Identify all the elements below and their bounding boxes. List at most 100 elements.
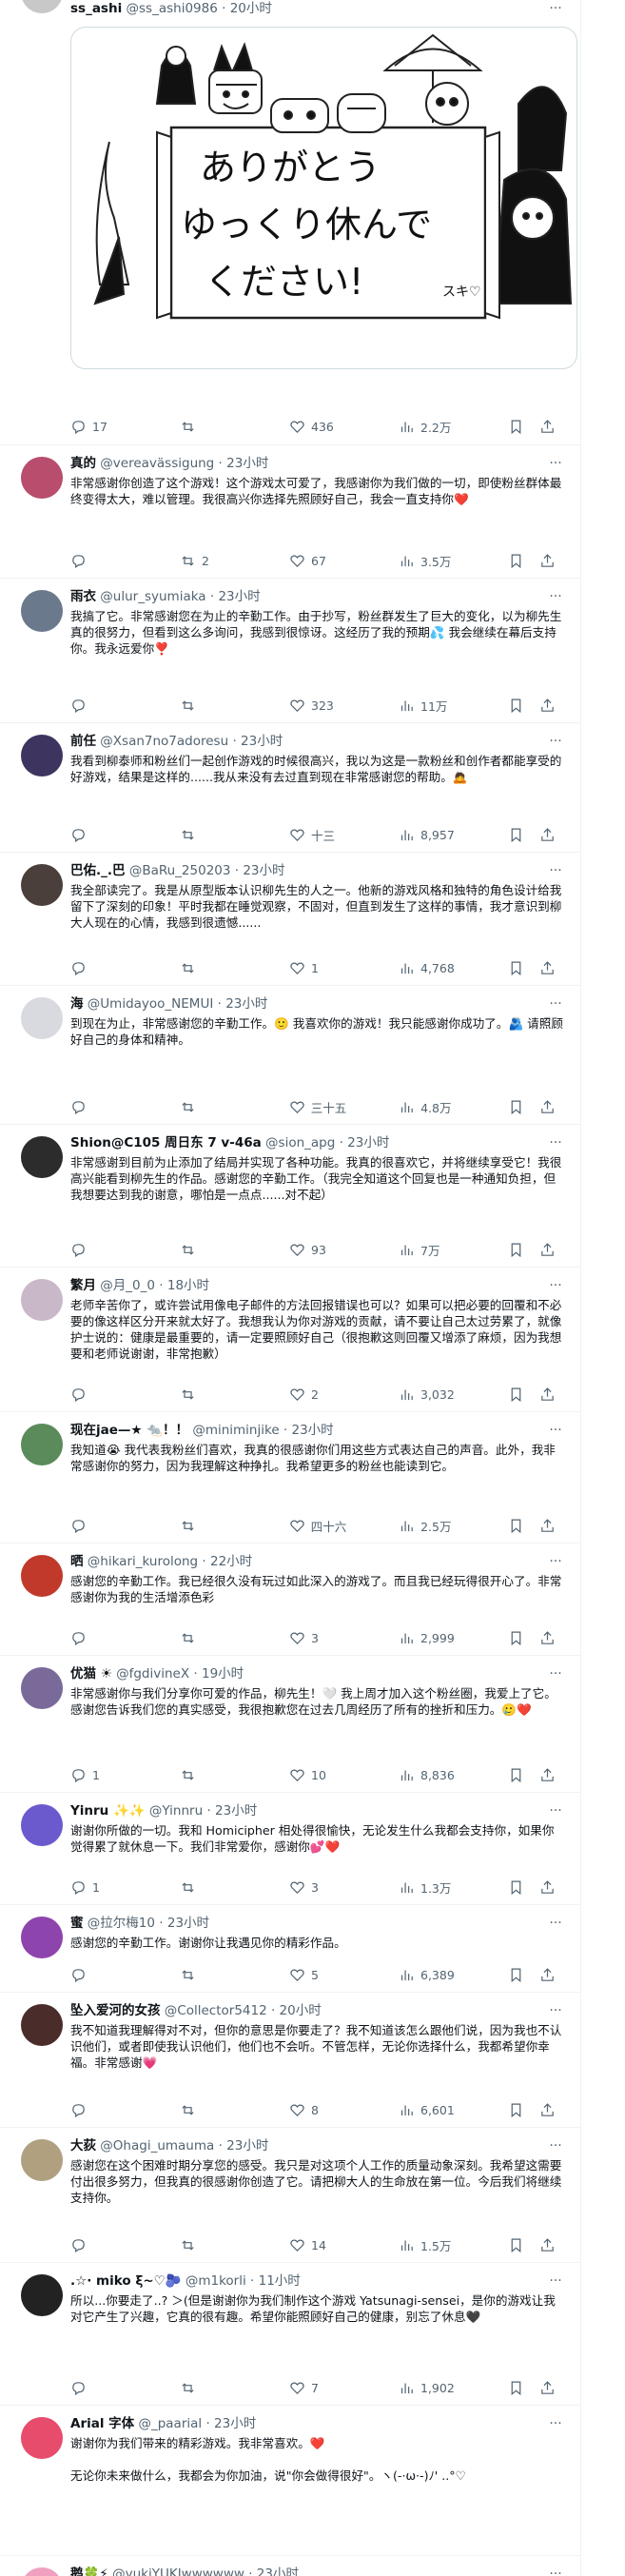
- share-icon[interactable]: [539, 1386, 556, 1403]
- like-button[interactable]: 四十六: [289, 1517, 346, 1535]
- display-name[interactable]: 鹅🍀⚡: [70, 2566, 108, 2576]
- user-handle[interactable]: @yukiYUKIwwwwww: [112, 2566, 244, 2576]
- share-icon[interactable]: [539, 827, 556, 843]
- reply-button[interactable]: [70, 1518, 127, 1534]
- like-button[interactable]: 93: [289, 1242, 346, 1258]
- like-button[interactable]: 3: [289, 1879, 346, 1896]
- share-icon[interactable]: [539, 960, 556, 976]
- like-button[interactable]: 8: [289, 2102, 346, 2118]
- user-handle[interactable]: @_paarial: [138, 2416, 202, 2431]
- views-button[interactable]: 2.2万: [399, 418, 456, 436]
- like-button[interactable]: 十三: [289, 826, 346, 844]
- reply-post[interactable]: 大荻 @Ohagi_umauma · 23小时 感谢您在这个困难时期分享您的感受。…: [0, 2128, 581, 2263]
- display-name[interactable]: Arial 字体: [70, 2416, 134, 2431]
- repost-button[interactable]: [180, 419, 237, 435]
- repost-button[interactable]: 2: [180, 553, 237, 569]
- share-icon[interactable]: [539, 698, 556, 714]
- share-icon[interactable]: [539, 1242, 556, 1258]
- views-button[interactable]: 1,902: [399, 2380, 456, 2396]
- display-name[interactable]: ss_ashi: [70, 1, 122, 16]
- bookmark-icon[interactable]: [508, 1099, 524, 1115]
- post-time[interactable]: 23小时: [226, 456, 268, 471]
- share-icon[interactable]: [539, 2380, 556, 2396]
- avatar[interactable]: [21, 1424, 63, 1465]
- avatar[interactable]: [21, 457, 63, 499]
- more-options-icon[interactable]: ···: [547, 455, 564, 472]
- reply-post[interactable]: 前任 @Xsan7no7adoresu · 23小时 我看到柳泰师和粉丝们一起创作…: [0, 723, 581, 853]
- bookmark-icon[interactable]: [508, 1967, 524, 1983]
- share-icon[interactable]: [539, 1518, 556, 1534]
- post-time[interactable]: 18小时: [167, 1278, 209, 1293]
- share-icon[interactable]: [539, 1630, 556, 1646]
- bookmark-icon[interactable]: [508, 1879, 524, 1896]
- avatar[interactable]: [21, 1555, 63, 1597]
- display-name[interactable]: Yinru ✨✨: [70, 1803, 146, 1819]
- avatar[interactable]: [21, 2139, 63, 2181]
- post-time[interactable]: 11小时: [259, 2273, 301, 2289]
- repost-button[interactable]: [180, 1242, 237, 1258]
- display-name[interactable]: 繁月: [70, 1278, 96, 1293]
- reply-post[interactable]: 蜜 @拉尔梅10 · 23小时 感谢您的辛勤工作。谢谢你让我遇见你的精彩作品。 ··…: [0, 1905, 581, 1993]
- more-options-icon[interactable]: ···: [547, 1665, 564, 1682]
- user-handle[interactable]: @m1korli: [186, 2273, 246, 2289]
- share-icon[interactable]: [539, 2237, 556, 2253]
- reply-post[interactable]: 鹅🍀⚡ @yukiYUKIwwwwww · 23小时 ···: [0, 2556, 581, 2576]
- avatar[interactable]: [21, 1667, 63, 1709]
- user-handle[interactable]: @Collector5412: [165, 2003, 267, 2018]
- user-handle[interactable]: @sion_apg: [265, 1135, 335, 1150]
- bookmark-icon[interactable]: [508, 1242, 524, 1258]
- avatar[interactable]: [21, 2417, 63, 2459]
- avatar[interactable]: [21, 1804, 63, 1846]
- like-button[interactable]: 7: [289, 2380, 346, 2396]
- user-handle[interactable]: @fgdivineX: [116, 1666, 189, 1681]
- post-time[interactable]: 23小时: [218, 589, 260, 604]
- post-time[interactable]: 23小时: [167, 1916, 209, 1931]
- post-time[interactable]: 23小时: [241, 734, 283, 749]
- reply-post[interactable]: Yinru ✨✨ @Yinnru · 23小时 谢谢你所做的一切。我和 Homic…: [0, 1793, 581, 1905]
- repost-button[interactable]: [180, 2380, 237, 2396]
- reply-button[interactable]: [70, 1630, 127, 1646]
- reply-post[interactable]: 海 @Umidayoo_NEMUI · 23小时 到现在为止，非常感谢您的辛勤工作…: [0, 986, 581, 1125]
- views-button[interactable]: 1.3万: [399, 1878, 456, 1897]
- more-options-icon[interactable]: ···: [547, 2415, 564, 2432]
- reply-post[interactable]: 优猫 ☀ @fgdivineX · 19小时 非常感谢你与我们分享你可爱的作品，柳…: [0, 1656, 581, 1793]
- like-button[interactable]: 14: [289, 2237, 346, 2253]
- share-icon[interactable]: [539, 1767, 556, 1783]
- bookmark-icon[interactable]: [508, 2102, 524, 2118]
- views-button[interactable]: 2,999: [399, 1630, 456, 1646]
- user-handle[interactable]: @ss_ashi0986: [127, 1, 218, 16]
- avatar[interactable]: [21, 2567, 63, 2576]
- display-name[interactable]: 巴佑._.巴: [70, 863, 126, 878]
- bookmark-icon[interactable]: [508, 960, 524, 976]
- share-icon[interactable]: [539, 1099, 556, 1115]
- user-handle[interactable]: @miniminjike: [192, 1423, 279, 1438]
- more-options-icon[interactable]: ···: [547, 2002, 564, 2019]
- like-button[interactable]: 三十五: [289, 1098, 346, 1116]
- share-icon[interactable]: [539, 2102, 556, 2118]
- avatar[interactable]: [21, 735, 63, 777]
- views-button[interactable]: 1.5万: [399, 2236, 456, 2254]
- user-handle[interactable]: @Ohagi_umauma: [100, 2138, 214, 2153]
- more-options-icon[interactable]: ···: [547, 1277, 564, 1294]
- post-0[interactable]: ss_ashi @ss_ashi0986 · 20小时 ··· ありがとう ゆっ…: [0, 0, 581, 445]
- more-options-icon[interactable]: ···: [547, 1802, 564, 1819]
- reply-button[interactable]: [70, 1386, 127, 1403]
- display-name[interactable]: Shion@C105 周日东 7 v-46a: [70, 1135, 262, 1150]
- avatar[interactable]: [21, 1917, 63, 1958]
- more-options-icon[interactable]: ···: [547, 733, 564, 750]
- display-name[interactable]: 大荻: [70, 2138, 96, 2153]
- display-name[interactable]: .☆· miko ξ~♡🫐: [70, 2273, 182, 2289]
- avatar[interactable]: [21, 1279, 63, 1321]
- post-time[interactable]: 20小时: [280, 2003, 322, 2018]
- bookmark-icon[interactable]: [508, 698, 524, 714]
- repost-button[interactable]: [180, 2102, 237, 2118]
- repost-button[interactable]: [180, 960, 237, 976]
- more-options-icon[interactable]: ···: [547, 1553, 564, 1570]
- reply-post[interactable]: Shion@C105 周日东 7 v-46a @sion_apg · 23小时非…: [0, 1125, 581, 1268]
- views-button[interactable]: 11万: [399, 697, 456, 715]
- avatar[interactable]: [21, 0, 63, 13]
- like-button[interactable]: 5: [289, 1967, 346, 1983]
- repost-button[interactable]: [180, 1630, 237, 1646]
- display-name[interactable]: 前任: [70, 734, 96, 749]
- post-time[interactable]: 23小时: [214, 2416, 256, 2431]
